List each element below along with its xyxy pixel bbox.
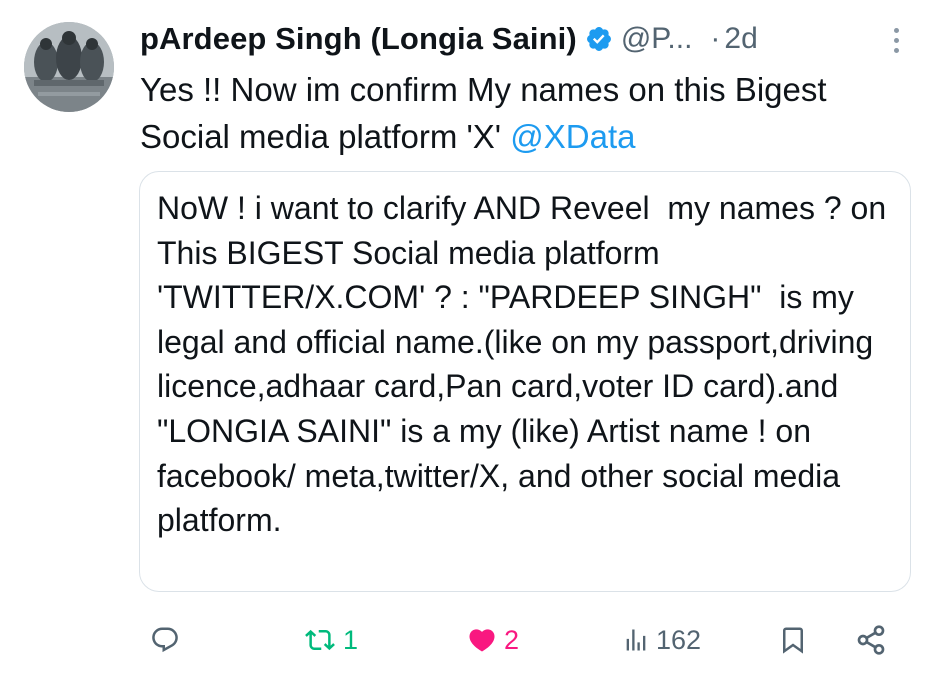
like-count: 2 bbox=[504, 624, 520, 655]
author-display-name[interactable]: pArdeep Singh (Longia Saini) bbox=[140, 21, 577, 57]
tweet-timestamp[interactable]: 2d bbox=[724, 22, 757, 56]
bookmark-icon bbox=[783, 627, 803, 654]
analytics-icon bbox=[626, 629, 646, 651]
heart-icon bbox=[469, 629, 495, 652]
separator-dot: · bbox=[710, 22, 721, 55]
tweet-text: Yes !! Now im confirm My names on this B… bbox=[140, 66, 900, 160]
views-count: 162 bbox=[656, 624, 702, 655]
like-button[interactable]: 2 bbox=[466, 620, 519, 660]
avatar-image bbox=[24, 22, 114, 112]
avatar[interactable] bbox=[24, 22, 114, 112]
repost-button[interactable]: 1 bbox=[303, 620, 358, 660]
quoted-tweet-card[interactable]: NoW ! i want to clarify AND Reveel my na… bbox=[139, 171, 911, 592]
more-options-icon[interactable] bbox=[886, 24, 906, 58]
share-icon bbox=[857, 625, 885, 655]
verified-badge-icon[interactable] bbox=[585, 25, 613, 53]
reply-button[interactable] bbox=[150, 620, 186, 660]
views-button[interactable]: 162 bbox=[622, 620, 701, 660]
share-button[interactable] bbox=[855, 620, 887, 660]
tweet-header: pArdeep Singh (Longia Saini) @P... · 2d bbox=[140, 16, 912, 62]
reply-icon bbox=[152, 627, 178, 653]
mention-link[interactable]: @XData bbox=[510, 118, 635, 155]
tweet-action-bar: 1 2 162 bbox=[0, 610, 940, 670]
tweet-body: Yes !! Now im confirm My names on this B… bbox=[140, 71, 827, 155]
bookmark-button[interactable] bbox=[778, 620, 808, 660]
repost-icon bbox=[305, 629, 335, 651]
quoted-tweet-text: NoW ! i want to clarify AND Reveel my na… bbox=[157, 190, 895, 539]
author-handle[interactable]: @P... bbox=[621, 22, 693, 56]
repost-count: 1 bbox=[343, 624, 359, 655]
